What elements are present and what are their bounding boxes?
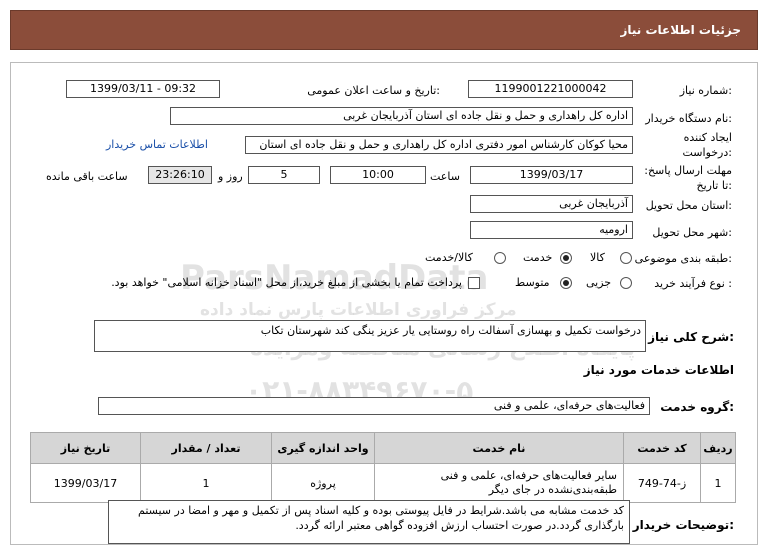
services-table: ردیف کد خدمت نام خدمت واحد اندازه گیری ت… — [30, 432, 736, 503]
deadline-label: مهلت ارسال پاسخ: تا تاریخ: — [644, 164, 732, 192]
service-group-label: گروه خدمت: — [660, 400, 734, 414]
category-goods-label: کالا — [590, 251, 605, 264]
process-medium-label: متوسط — [515, 276, 550, 289]
time-label: ساعت — [430, 170, 460, 183]
deadline-date-field: 1399/03/17 — [470, 166, 633, 184]
page-title: جزئیات اطلاعات نیاز — [620, 23, 741, 37]
buyer-notes-label: توضیحات خریدار: — [632, 518, 734, 532]
col-date: تاریخ نیاز — [30, 432, 141, 464]
col-row: ردیف — [700, 432, 736, 464]
watermark-line1: مرکز فراوری اطلاعات پارس نماد داده — [200, 300, 517, 320]
process-note: پرداخت تمام یا بخشی از مبلغ خرید،از محل … — [111, 276, 462, 289]
treasury-checkbox[interactable] — [468, 277, 480, 289]
col-name: نام خدمت — [374, 432, 624, 464]
service-group-field: فعالیت‌های حرفه‌ای، علمی و فنی — [98, 397, 650, 415]
process-minor-radio[interactable] — [620, 277, 632, 289]
buyer-field: اداره کل راهداری و حمل و نقل جاده ای است… — [170, 107, 633, 125]
remaining-time-field: 23:26:10 — [148, 166, 212, 184]
summary-label: شرح کلی نیاز: — [648, 330, 734, 344]
table-row: 1 ز-74-749 سایر فعالیت‌های حرفه‌ای، علمی… — [30, 463, 736, 503]
province-label: استان محل تحویل: — [645, 199, 732, 212]
category-service-radio[interactable] — [560, 252, 572, 264]
category-service-label: خدمت — [523, 251, 553, 264]
process-label: نوع فرآیند خرید : — [654, 277, 732, 290]
cell-row: 1 — [700, 463, 736, 503]
category-both-label: کالا/خدمت — [425, 251, 473, 264]
remaining-label: ساعت باقی مانده — [46, 170, 128, 183]
city-field: ارومیه — [470, 221, 633, 239]
col-quantity: تعداد / مقدار — [140, 432, 272, 464]
cell-quantity: 1 — [140, 463, 272, 503]
city-label: شهر محل تحویل: — [652, 226, 732, 239]
creator-label: ایجاد کننده درخواست: — [682, 131, 733, 159]
province-field: آذربایجان غربی — [470, 195, 633, 213]
process-minor-label: جزیی — [586, 276, 612, 289]
creator-field: محیا کوکان کارشناس امور دفتری اداره کل ر… — [245, 136, 633, 154]
col-unit: واحد اندازه گیری — [271, 432, 375, 464]
need-number-label: شماره نیاز: — [679, 84, 732, 97]
deadline-time-field: 10:00 — [330, 166, 426, 184]
buyer-notes-field: کد خدمت مشابه می باشد.شرایط در فایل پیوس… — [108, 500, 630, 544]
announce-label: تاریخ و ساعت اعلان عمومی: — [307, 84, 440, 97]
contact-info-link[interactable]: اطلاعات تماس خریدار — [106, 138, 208, 151]
col-code: کد خدمت — [623, 432, 701, 464]
need-number-field: 1199001221000042 — [468, 80, 633, 98]
cell-date: 1399/03/17 — [30, 463, 141, 503]
days-field: 5 — [248, 166, 320, 184]
days-label: روز و — [218, 170, 243, 183]
category-label: طبقه بندی موضوعی: — [634, 252, 732, 265]
process-medium-radio[interactable] — [560, 277, 572, 289]
page-header: جزئیات اطلاعات نیاز — [10, 10, 758, 50]
category-goods-radio[interactable] — [620, 252, 632, 264]
table-header-row: ردیف کد خدمت نام خدمت واحد اندازه گیری ت… — [30, 432, 736, 464]
buyer-label: نام دستگاه خریدار: — [645, 112, 732, 125]
announce-field: 1399/03/11 - 09:32 — [66, 80, 220, 98]
category-both-radio[interactable] — [494, 252, 506, 264]
summary-field: درخواست تکمیل و بهسازی آسفالت راه روستای… — [94, 320, 646, 352]
cell-unit: پروژه — [271, 463, 375, 503]
cell-name: سایر فعالیت‌های حرفه‌ای، علمی و فنی طبقه… — [374, 463, 624, 503]
cell-code: ز-74-749 — [623, 463, 701, 503]
services-title: اطلاعات خدمات مورد نیاز — [583, 363, 734, 377]
